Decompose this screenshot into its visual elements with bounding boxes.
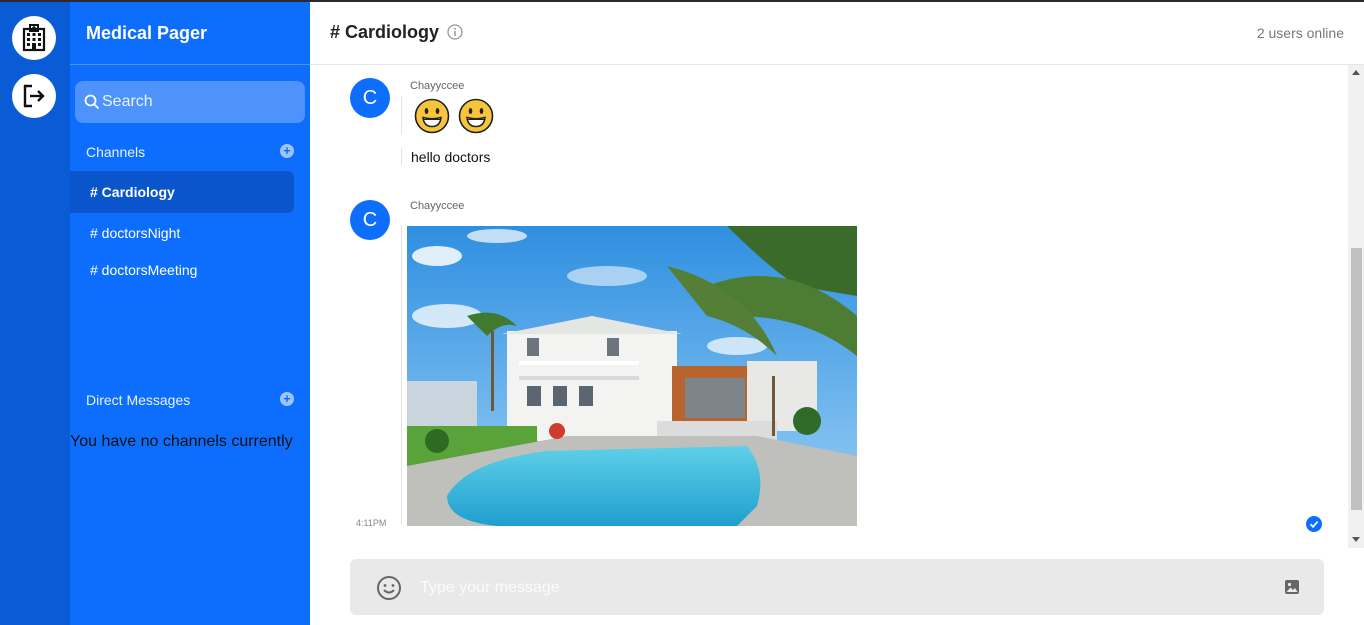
message-divider bbox=[401, 225, 402, 525]
message-scrollbar[interactable] bbox=[1348, 65, 1364, 548]
logout-button[interactable] bbox=[12, 74, 56, 118]
message-list: C Chayyccee hello doctors C Chayyccee 4:… bbox=[310, 65, 1348, 548]
emoji-picker-icon[interactable] bbox=[376, 575, 402, 601]
message-divider bbox=[401, 96, 402, 134]
info-icon[interactable] bbox=[447, 24, 463, 40]
scroll-thumb[interactable] bbox=[1351, 248, 1362, 510]
users-online-count: 2 users online bbox=[1256, 25, 1344, 41]
channels-title: Channels bbox=[86, 144, 146, 160]
hospital-button[interactable] bbox=[12, 16, 56, 60]
chat-main: # Cardiology 2 users online C Chayyccee … bbox=[310, 0, 1364, 625]
message-time: 4:11PM bbox=[356, 518, 387, 528]
house-pool-photo bbox=[407, 226, 857, 526]
channel-item-doctorsmeeting[interactable]: # doctorsMeeting bbox=[70, 249, 294, 291]
message-divider bbox=[401, 148, 402, 165]
channel-item-doctorsnight[interactable]: # doctorsNight bbox=[70, 212, 294, 254]
message-input[interactable] bbox=[418, 577, 1262, 599]
add-direct-message-icon[interactable]: + bbox=[280, 392, 294, 406]
add-channel-icon[interactable]: + bbox=[280, 144, 294, 158]
no-dm-text: You have no channels currently bbox=[70, 433, 293, 450]
grinning-face-emoji-icon bbox=[414, 98, 450, 134]
image-upload-icon[interactable] bbox=[1284, 579, 1300, 595]
message-image-attachment[interactable] bbox=[407, 226, 857, 526]
message-author: Chayyccee bbox=[410, 80, 465, 92]
sidebar-divider bbox=[70, 64, 310, 65]
logout-icon bbox=[23, 84, 45, 108]
scroll-down-arrow-icon[interactable] bbox=[1352, 537, 1360, 542]
avatar[interactable]: C bbox=[350, 78, 390, 118]
channel-sidebar: Medical Pager Channels + # Cardiology # … bbox=[70, 0, 310, 625]
app-rail bbox=[0, 0, 70, 625]
top-border bbox=[0, 0, 1364, 2]
hospital-icon bbox=[22, 24, 46, 52]
read-receipt-icon bbox=[1306, 516, 1322, 532]
message-text: hello doctors bbox=[411, 149, 491, 165]
channel-header: # Cardiology 2 users online bbox=[310, 0, 1364, 65]
channel-title: # Cardiology bbox=[330, 22, 440, 42]
app-name: Medical Pager bbox=[86, 23, 208, 43]
message-composer bbox=[350, 559, 1324, 615]
channel-item-cardiology[interactable]: # Cardiology bbox=[70, 171, 294, 213]
scroll-up-arrow-icon[interactable] bbox=[1352, 70, 1360, 75]
search-icon bbox=[84, 94, 100, 110]
grinning-face-emoji-icon bbox=[458, 98, 494, 134]
avatar[interactable]: C bbox=[350, 200, 390, 240]
search-box[interactable] bbox=[75, 81, 305, 123]
message-author: Chayyccee bbox=[410, 200, 465, 212]
direct-messages-title: Direct Messages bbox=[86, 392, 191, 408]
search-input[interactable] bbox=[100, 93, 292, 111]
